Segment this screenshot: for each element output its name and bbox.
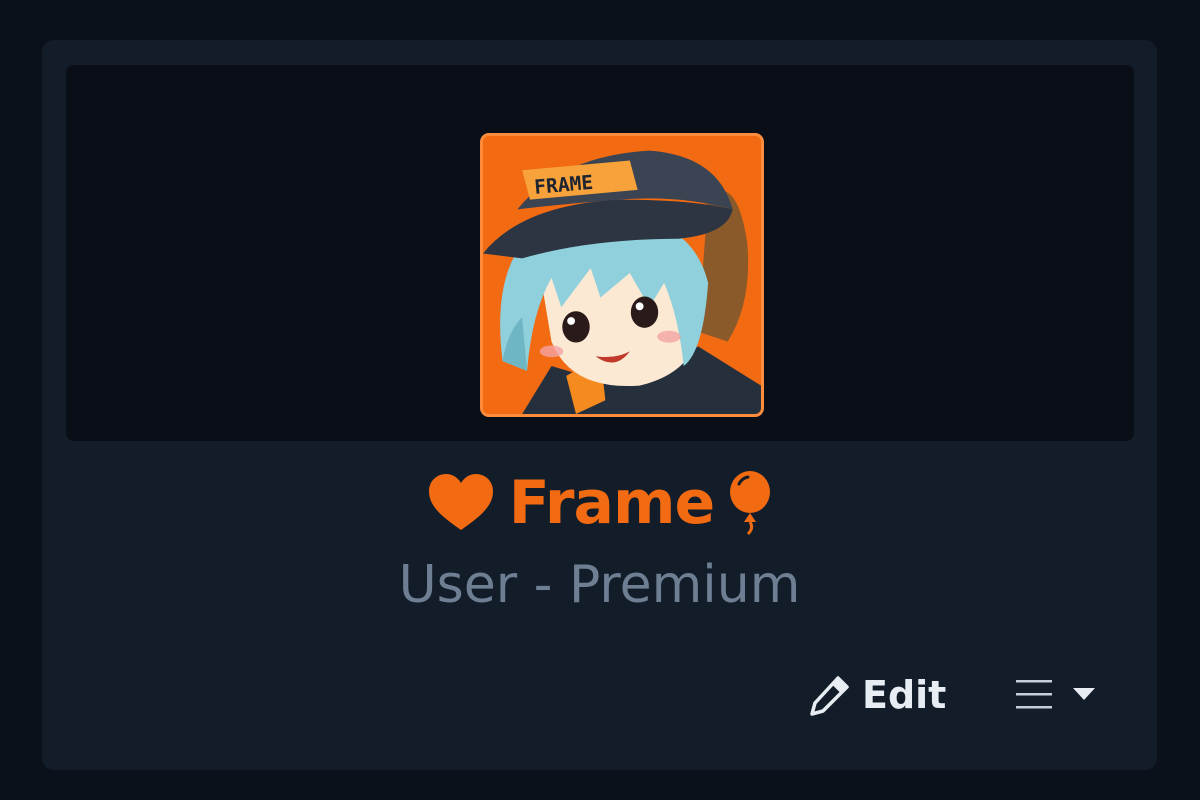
username[interactable]: Frame (509, 468, 715, 538)
profile-banner: FRAME (66, 65, 1134, 441)
edit-label: Edit (862, 673, 947, 717)
profile-card: FRAME Frame User - Premium Edit (42, 40, 1157, 770)
user-title: User - Premium (398, 555, 801, 615)
caret-down-icon (1072, 687, 1096, 701)
avatar-image: FRAME (483, 136, 761, 414)
username-row: Frame (42, 465, 1157, 541)
more-menu-button[interactable] (1014, 674, 1096, 714)
avatar[interactable]: FRAME (480, 133, 764, 417)
pencil-icon (808, 673, 852, 717)
edit-button[interactable]: Edit (808, 670, 946, 720)
hamburger-menu-icon (1014, 677, 1054, 711)
balloon-icon (728, 470, 772, 536)
heart-icon (427, 472, 495, 534)
